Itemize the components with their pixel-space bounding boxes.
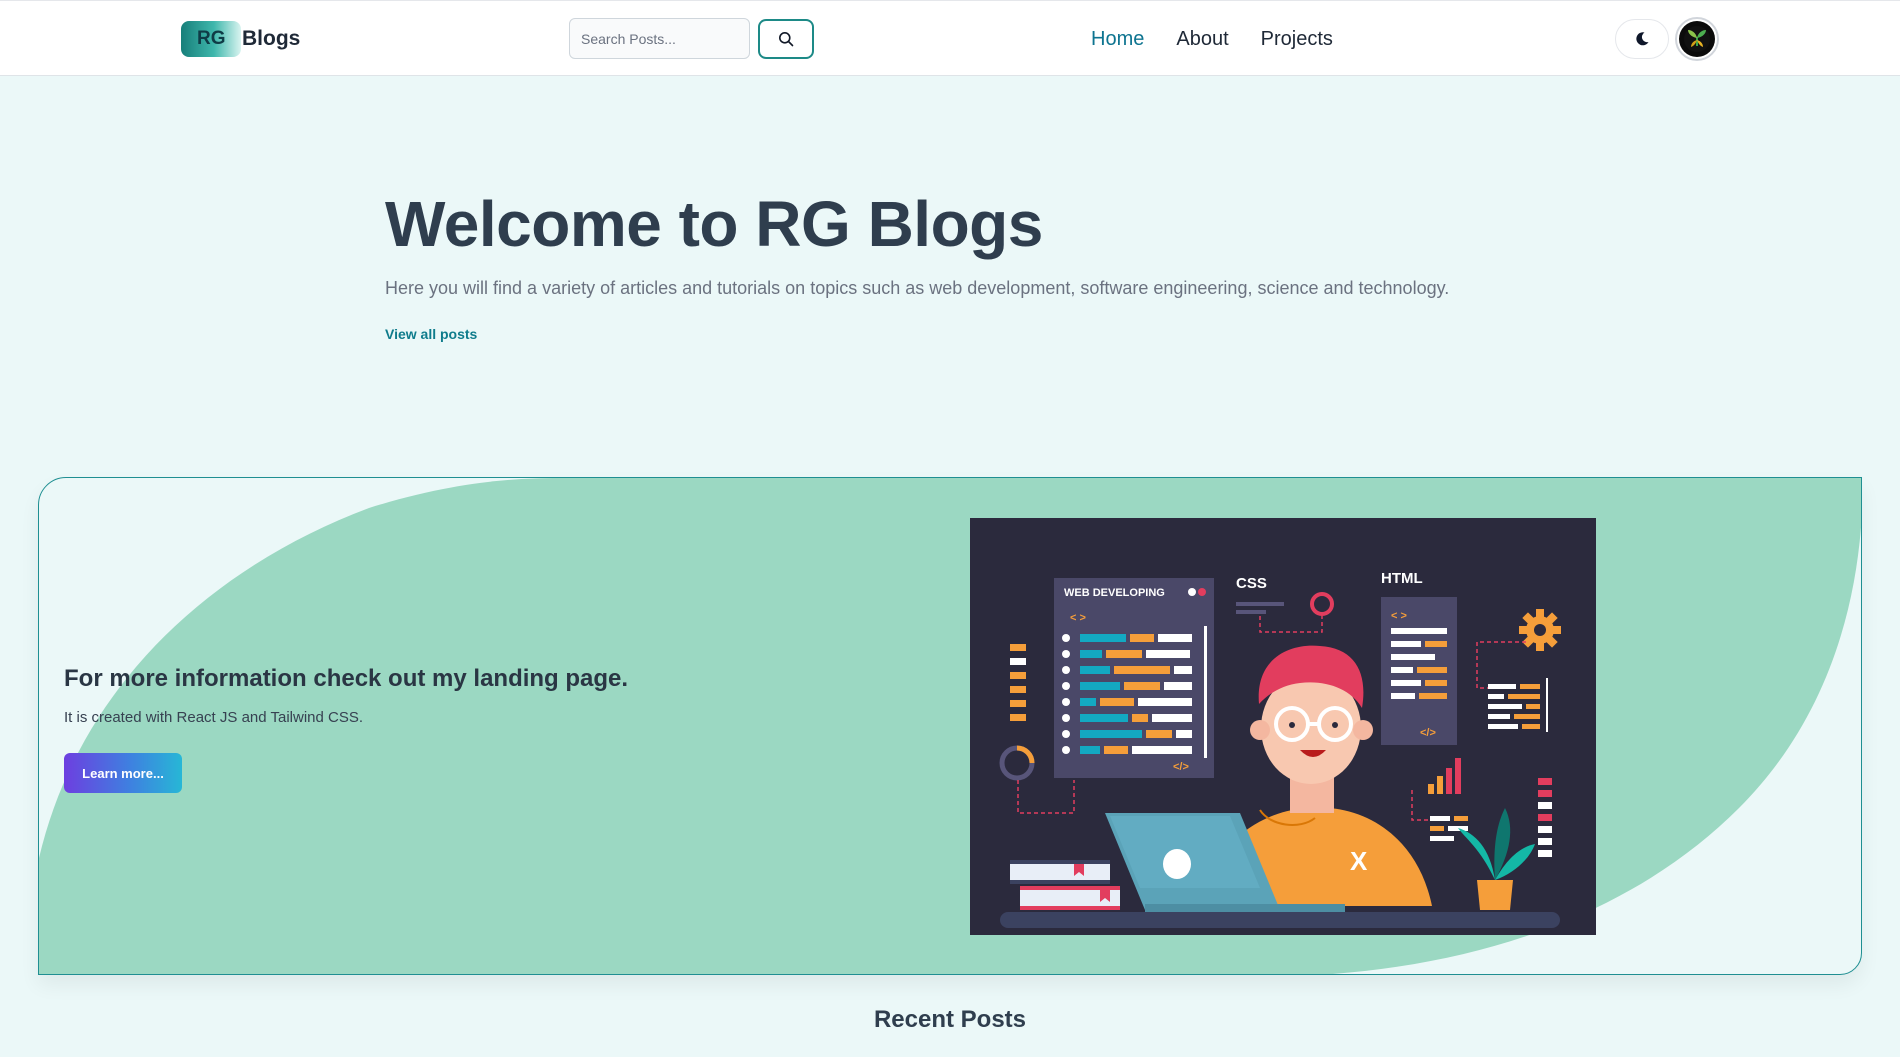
search-button[interactable] (758, 19, 814, 59)
nav-projects-link[interactable]: Projects (1261, 27, 1333, 51)
logo-badge: RG (181, 21, 241, 57)
panel-code-tags: < > (1070, 612, 1086, 624)
moon-icon (1636, 32, 1649, 46)
top-navbar: RG Blogs Home About Projects (0, 0, 1900, 76)
html-label: HTML (1381, 570, 1423, 587)
callout-title: For more information check out my landin… (64, 665, 629, 692)
profile-avatar[interactable] (1675, 17, 1719, 61)
callout-description: It is created with React JS and Tailwind… (64, 709, 364, 726)
search-input[interactable] (569, 18, 750, 59)
html-panel-tags: < > (1391, 610, 1407, 622)
web-developer-illustration: WEB DEVELOPING < > </> CSS HTML < > </> … (970, 518, 1596, 935)
avatar-image (1679, 21, 1715, 57)
theme-toggle-button[interactable] (1615, 19, 1669, 59)
site-logo[interactable]: RG Blogs (181, 21, 300, 57)
shirt-mark: X (1350, 846, 1368, 876)
nav-home-link[interactable]: Home (1091, 27, 1144, 51)
nav-about-link[interactable]: About (1176, 27, 1228, 51)
main-nav: Home About Projects (1091, 27, 1365, 51)
logo-text: Blogs (242, 27, 301, 50)
css-label: CSS (1236, 575, 1267, 592)
recent-posts-heading: Recent Posts (873, 1006, 1027, 1033)
html-panel-close-tags: </> (1420, 727, 1436, 739)
panel-title: WEB DEVELOPING (1064, 587, 1165, 599)
search-icon (779, 32, 794, 47)
hero-title: Welcome to RG Blogs (385, 188, 1043, 260)
landing-page-callout: For more information check out my landin… (38, 477, 1862, 975)
view-all-posts-link[interactable]: View all posts (385, 326, 477, 342)
panel-close-tags: </> (1173, 761, 1189, 773)
learn-more-button[interactable]: Learn more... (64, 753, 182, 793)
hero-subtitle: Here you will find a variety of articles… (385, 278, 1450, 298)
